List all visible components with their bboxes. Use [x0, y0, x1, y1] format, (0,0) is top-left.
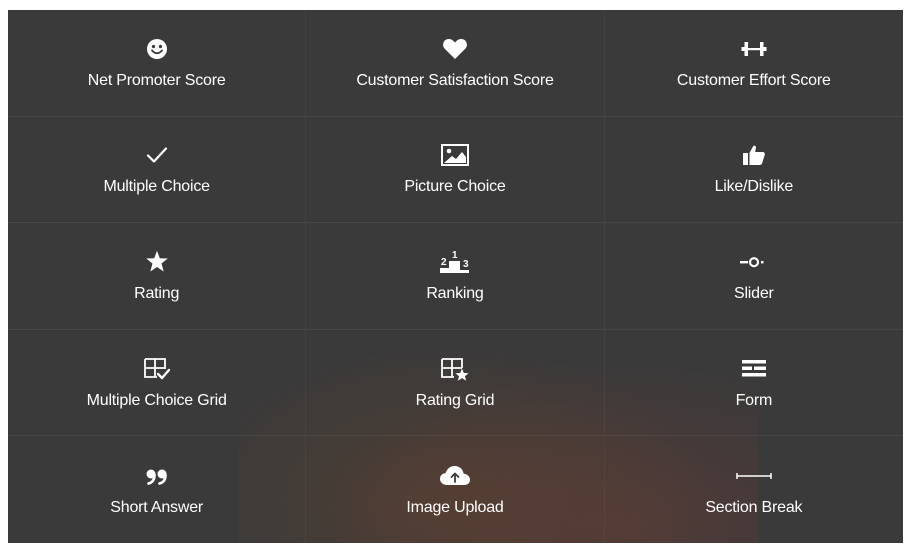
heart-icon	[442, 36, 468, 62]
tile-multiple-choice[interactable]: Multiple Choice	[8, 116, 307, 224]
tile-rating[interactable]: Rating	[8, 223, 307, 330]
tile-label: Like/Dislike	[714, 178, 794, 196]
ranking-digit-2: 2	[441, 257, 447, 268]
tile-net-promoter-score[interactable]: Net Promoter Score	[8, 10, 307, 117]
star-icon	[145, 249, 169, 275]
question-type-panel: Net Promoter Score Customer Satisfaction…	[8, 10, 903, 543]
tile-customer-satisfaction-score[interactable]: Customer Satisfaction Score	[306, 10, 605, 117]
tile-ranking[interactable]: 2 1 3 Ranking	[306, 223, 605, 330]
tile-label: Customer Effort Score	[676, 71, 831, 89]
tile-multiple-choice-grid[interactable]: Multiple Choice Grid	[8, 329, 307, 437]
tile-section-break[interactable]: Section Break	[605, 436, 903, 543]
section-break-icon	[736, 463, 772, 489]
tile-label: Multiple Choice	[103, 178, 210, 196]
tile-label: Rating Grid	[415, 391, 495, 409]
podium-icon: 2 1 3	[437, 249, 473, 275]
tile-label: Multiple Choice Grid	[86, 391, 227, 409]
tile-label: Form	[735, 391, 773, 409]
tile-label: Net Promoter Score	[87, 71, 226, 89]
ranking-digit-1: 1	[452, 250, 458, 261]
tile-label: Short Answer	[110, 498, 204, 516]
tile-like-dislike[interactable]: Like/Dislike	[604, 117, 903, 224]
picture-icon	[440, 142, 469, 168]
tile-short-answer[interactable]: Short Answer	[8, 436, 307, 543]
tile-rating-grid[interactable]: Rating Grid	[306, 329, 605, 437]
tile-label: Slider	[733, 284, 774, 302]
tile-picture-choice[interactable]: Picture Choice	[306, 116, 605, 224]
checkmark-icon	[146, 142, 168, 168]
tile-label: Customer Satisfaction Score	[356, 71, 554, 89]
grid-check-icon	[143, 356, 171, 382]
thumbs-up-icon	[742, 142, 766, 168]
tile-label: Image Upload	[406, 498, 504, 516]
dumbbell-icon	[741, 36, 767, 62]
tile-slider[interactable]: Slider	[604, 223, 903, 330]
tile-label: Rating	[134, 284, 180, 302]
form-icon	[741, 356, 767, 382]
tile-customer-effort-score[interactable]: Customer Effort Score	[604, 10, 903, 117]
smiley-icon	[146, 36, 168, 62]
tile-image-upload[interactable]: Image Upload	[306, 436, 605, 543]
tile-label: Ranking	[426, 284, 484, 302]
tile-label: Picture Choice	[404, 178, 506, 196]
quote-icon	[145, 463, 169, 489]
cloud-upload-icon	[439, 463, 471, 489]
ranking-digit-3: 3	[463, 259, 469, 270]
slider-icon	[739, 249, 769, 275]
tile-label: Section Break	[705, 498, 803, 516]
tile-form[interactable]: Form	[604, 330, 903, 437]
grid-star-icon	[440, 356, 470, 382]
question-type-grid: Net Promoter Score Customer Satisfaction…	[8, 10, 903, 543]
